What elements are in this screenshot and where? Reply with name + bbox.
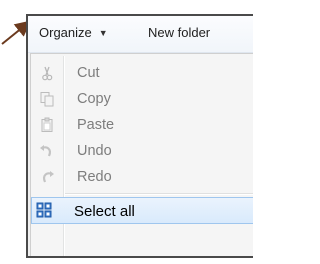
menu-item-label: Undo xyxy=(77,143,112,159)
menu-item-cut[interactable]: Cut xyxy=(33,60,253,86)
menu-item-redo[interactable]: Redo xyxy=(33,164,253,190)
menu-separator xyxy=(65,193,253,194)
organize-label: Organize xyxy=(39,25,92,40)
menu-item-label: Cut xyxy=(77,65,100,81)
menu-item-paste[interactable]: Paste xyxy=(33,112,253,138)
chevron-down-icon: ▼ xyxy=(98,28,108,38)
menu-item-select-all[interactable]: Select all xyxy=(31,197,253,224)
copy-icon xyxy=(40,92,54,107)
scissors-icon xyxy=(42,66,53,81)
menu-item-label: Paste xyxy=(77,117,115,133)
menu-item-label: Copy xyxy=(77,91,111,107)
new-folder-button[interactable]: New folder xyxy=(148,25,210,40)
select-all-icon xyxy=(36,202,52,218)
menu-item-label: Select all xyxy=(74,203,135,220)
organize-menu: Cut Copy Paste Undo Redo Select all xyxy=(30,53,253,256)
command-bar: Organize ▼ New folder xyxy=(28,16,253,53)
redo-icon xyxy=(43,171,54,183)
explorer-window-crop: Organize ▼ New folder Cut Copy Paste Und… xyxy=(26,14,253,258)
paste-icon xyxy=(41,117,53,132)
menu-item-copy[interactable]: Copy xyxy=(33,86,253,112)
menu-item-undo[interactable]: Undo xyxy=(33,138,253,164)
menu-item-label: Redo xyxy=(77,169,112,185)
undo-icon xyxy=(40,145,51,157)
organize-button[interactable]: Organize ▼ xyxy=(39,25,108,40)
